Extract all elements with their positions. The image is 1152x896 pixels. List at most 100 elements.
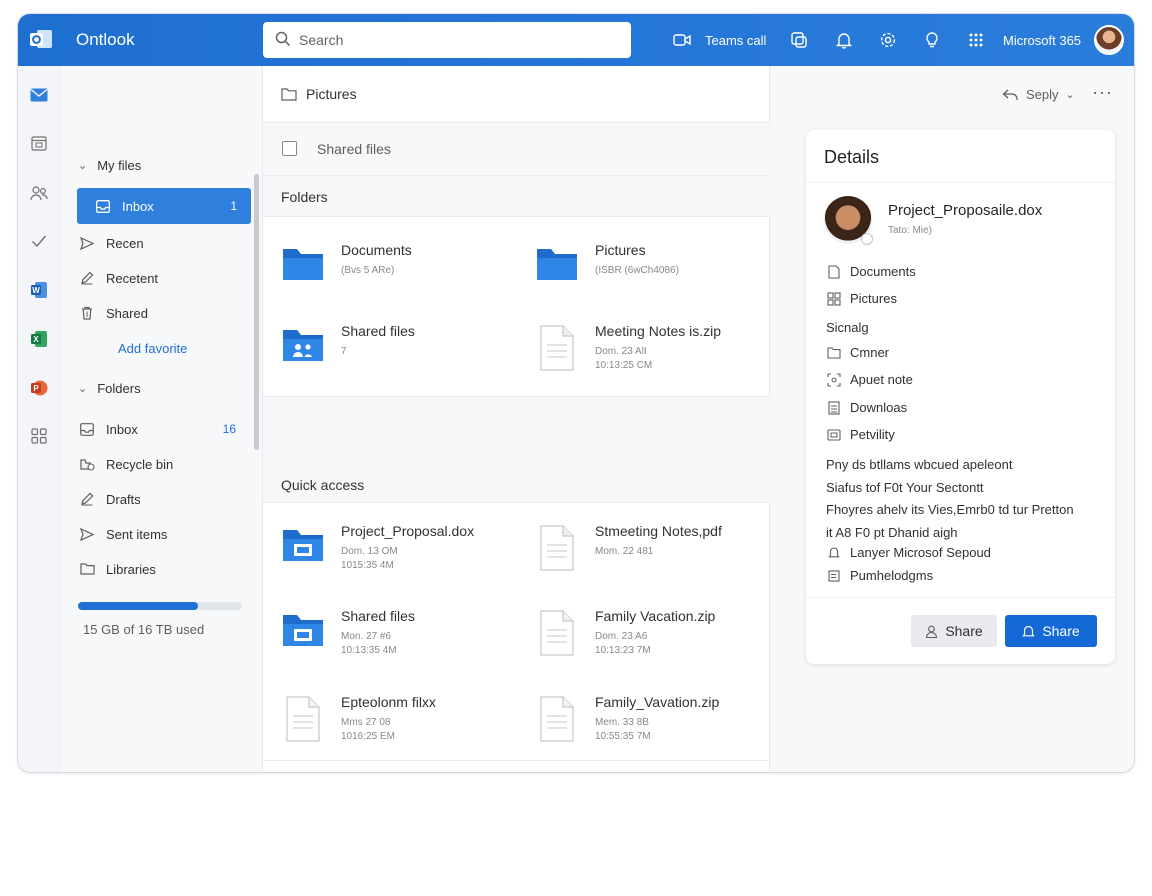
select-all-checkbox[interactable]: [282, 141, 297, 156]
mail-icon[interactable]: [28, 84, 50, 106]
chevron-down-icon: ⌄: [1065, 89, 1075, 101]
pencil-icon: [78, 271, 96, 285]
tile-meta: 10:13:23 7M: [595, 645, 651, 656]
recycle-icon: [78, 457, 96, 471]
app-window: Ontlook Search Teams call Microsoft 365 …: [18, 14, 1134, 772]
folder-icon: [826, 346, 842, 359]
tile-name: Family_Vavation.zip: [595, 694, 720, 710]
folder-item-recetent[interactable]: Recetent: [78, 261, 158, 295]
search-box[interactable]: Search: [263, 22, 631, 58]
details-row-owner[interactable]: Cmner: [826, 345, 889, 360]
details-pane: Seply ⌄ ··· Details Project_Proposaile.d…: [770, 66, 1134, 772]
tile-meta: Dom. 13 OM: [341, 546, 398, 557]
notifications-button[interactable]: [834, 14, 854, 66]
calendar-icon: [826, 428, 842, 441]
file-list-pane: Pictures Shared files Folders Documents …: [262, 66, 771, 772]
quick-tile-family-vacation[interactable]: Family Vacation.zip Dom. 23 A6 10:13:23 …: [517, 602, 747, 664]
shared-folder-icon: [281, 325, 325, 365]
top-bar: Ontlook Search Teams call Microsoft 365: [18, 14, 1134, 66]
folders-header[interactable]: ⌄ Folders: [78, 371, 141, 405]
shared-files-label: Shared files: [317, 141, 391, 157]
details-row-downloads[interactable]: Downloas: [826, 400, 907, 415]
details-row-pumhelodgms[interactable]: Pumhelodgms: [826, 568, 933, 583]
folder-tile-shared-files[interactable]: Shared files 7: [263, 317, 493, 379]
tile-meta: 7: [341, 346, 347, 357]
details-file-name: Project_Proposaile.dox: [888, 202, 1043, 219]
todo-check-icon[interactable]: [28, 230, 50, 252]
chevron-down-icon: ⌄: [78, 159, 88, 172]
divider: [263, 216, 771, 217]
storage-label: 15 GB of 16 TB used: [83, 622, 205, 637]
details-row-documents[interactable]: Documents: [826, 264, 916, 279]
user-avatar[interactable]: [1094, 25, 1124, 55]
details-row-label: Pumhelodgms: [850, 568, 934, 583]
details-card: Details Project_Proposaile.dox Tato: Mie…: [806, 130, 1115, 664]
tile-meta: 1015:35 4M: [341, 560, 394, 571]
folder-item-recen[interactable]: Recen: [78, 226, 144, 260]
my-files-label: My files: [97, 157, 142, 173]
folder-item-recycle-bin[interactable]: Recycle bin: [78, 447, 173, 481]
shared-files-row[interactable]: Shared files: [263, 123, 771, 175]
add-favorite-link[interactable]: Add favorite: [118, 331, 187, 365]
share-icon: [1022, 625, 1036, 638]
search-input[interactable]: Search: [299, 32, 343, 48]
inbox-icon: [94, 199, 112, 213]
reply-button[interactable]: Seply ⌄: [1002, 87, 1075, 102]
my-files-header[interactable]: ⌄ My files: [78, 148, 141, 182]
details-row-label: Petvility: [850, 427, 895, 442]
excel-app-icon[interactable]: X: [28, 328, 50, 350]
quick-tile-project-proposal[interactable]: Project_Proposal.dox Dom. 13 OM 1015:35 …: [263, 517, 493, 579]
quick-tile-shared-files[interactable]: Shared files Mon. 27 #6 10:13:35 4M: [263, 602, 493, 664]
word-app-icon[interactable]: W: [28, 279, 50, 301]
folder-item-drafts[interactable]: Drafts: [78, 482, 141, 516]
folder-item-inbox-row: Inbox: [94, 189, 154, 223]
share-primary-label: Share: [1042, 623, 1080, 639]
details-description-line: it A8 F0 pt Dhanid aigh: [826, 525, 958, 540]
teams-call-button[interactable]: Teams call: [672, 14, 766, 66]
details-row-microsoft[interactable]: Lanyer Microsof Sepoud: [826, 545, 991, 560]
tile-name: Pictures: [595, 242, 646, 258]
quick-tile-meeting-notes-pdf[interactable]: Stmeeting Notes,pdf Mom. 22 481: [517, 517, 747, 579]
more-apps-icon[interactable]: [28, 425, 50, 447]
people-icon[interactable]: [28, 182, 50, 204]
folder-item-label: Inbox: [122, 198, 154, 214]
folder-item-libraries[interactable]: Libraries: [78, 552, 156, 586]
folder-item-inbox-selected[interactable]: Inbox 1: [77, 188, 251, 224]
folder-tile-documents[interactable]: Documents (Bvs 5 ARe): [263, 236, 493, 298]
folders-section-title: Folders: [281, 189, 328, 205]
tile-meta: 1016:25 EM: [341, 731, 395, 742]
folder-item-sent-items[interactable]: Sent items: [78, 517, 167, 551]
bell-icon: [826, 546, 842, 559]
note-icon: [826, 372, 842, 387]
calendar-icon[interactable]: [28, 132, 50, 154]
svg-text:W: W: [32, 286, 40, 295]
details-row-pictures[interactable]: Pictures: [826, 291, 897, 306]
unread-count: 16: [222, 422, 236, 436]
file-tile-meeting-notes[interactable]: Meeting Notes is.zip Dom. 23 AlI 10:13:2…: [517, 317, 747, 379]
document-icon: [535, 610, 579, 656]
app-launcher-button[interactable]: [966, 14, 986, 66]
microsoft-365-link[interactable]: Microsoft 365: [1003, 14, 1081, 66]
share-primary-button[interactable]: Share: [1005, 615, 1097, 647]
folder-item-inbox[interactable]: Inbox 16: [78, 412, 252, 446]
divider: [263, 760, 771, 761]
whiteboard-button[interactable]: [789, 14, 809, 66]
folder-pane-scrollbar[interactable]: [254, 174, 259, 450]
folder-item-shared[interactable]: Shared: [78, 296, 148, 330]
settings-button[interactable]: [878, 14, 898, 66]
powerpoint-app-icon[interactable]: P: [28, 377, 50, 399]
details-row-note[interactable]: Apuet note: [826, 372, 913, 387]
quick-tile-epteolonm[interactable]: Epteolonm filxx Mms 27 08 1016:25 EM: [263, 688, 493, 750]
more-options-button[interactable]: ···: [1092, 82, 1113, 103]
tile-name: Project_Proposal.dox: [341, 523, 475, 539]
details-row-activity[interactable]: Petvility: [826, 427, 895, 442]
details-row-label: Downloas: [850, 400, 908, 415]
breadcrumb[interactable]: Pictures: [281, 86, 357, 102]
quick-tile-family-vavation[interactable]: Family_Vavation.zip Mem. 33 8B 10:55:35 …: [517, 688, 747, 750]
details-title: Details: [824, 147, 880, 167]
share-secondary-button[interactable]: Share: [911, 615, 997, 647]
outlook-logo-icon[interactable]: [28, 26, 54, 52]
folder-item-label: Inbox: [106, 421, 138, 437]
tips-button[interactable]: [922, 14, 942, 66]
folder-tile-pictures[interactable]: Pictures (ISBR (6wCh4086): [517, 236, 747, 298]
